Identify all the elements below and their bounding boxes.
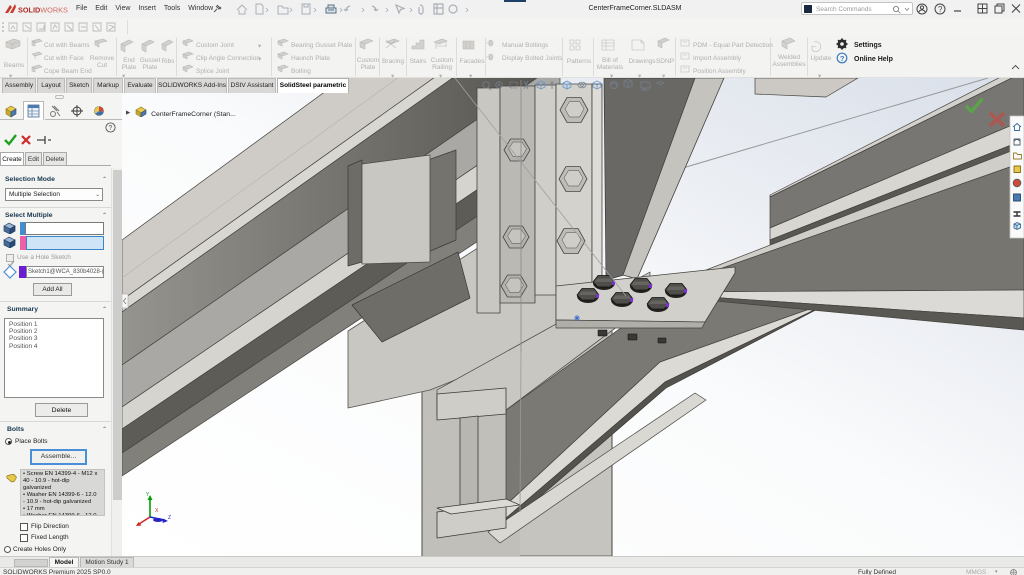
svg-text:Z: Z [168,515,171,521]
svg-text:SOLIDWORKS: SOLIDWORKS [18,6,68,15]
svg-text:?: ? [108,125,112,132]
svg-text:?: ? [840,54,845,63]
svg-text:Settings: Settings [854,42,882,49]
svg-text:?: ? [938,5,943,14]
svg-text:Online Help: Online Help [854,56,893,63]
